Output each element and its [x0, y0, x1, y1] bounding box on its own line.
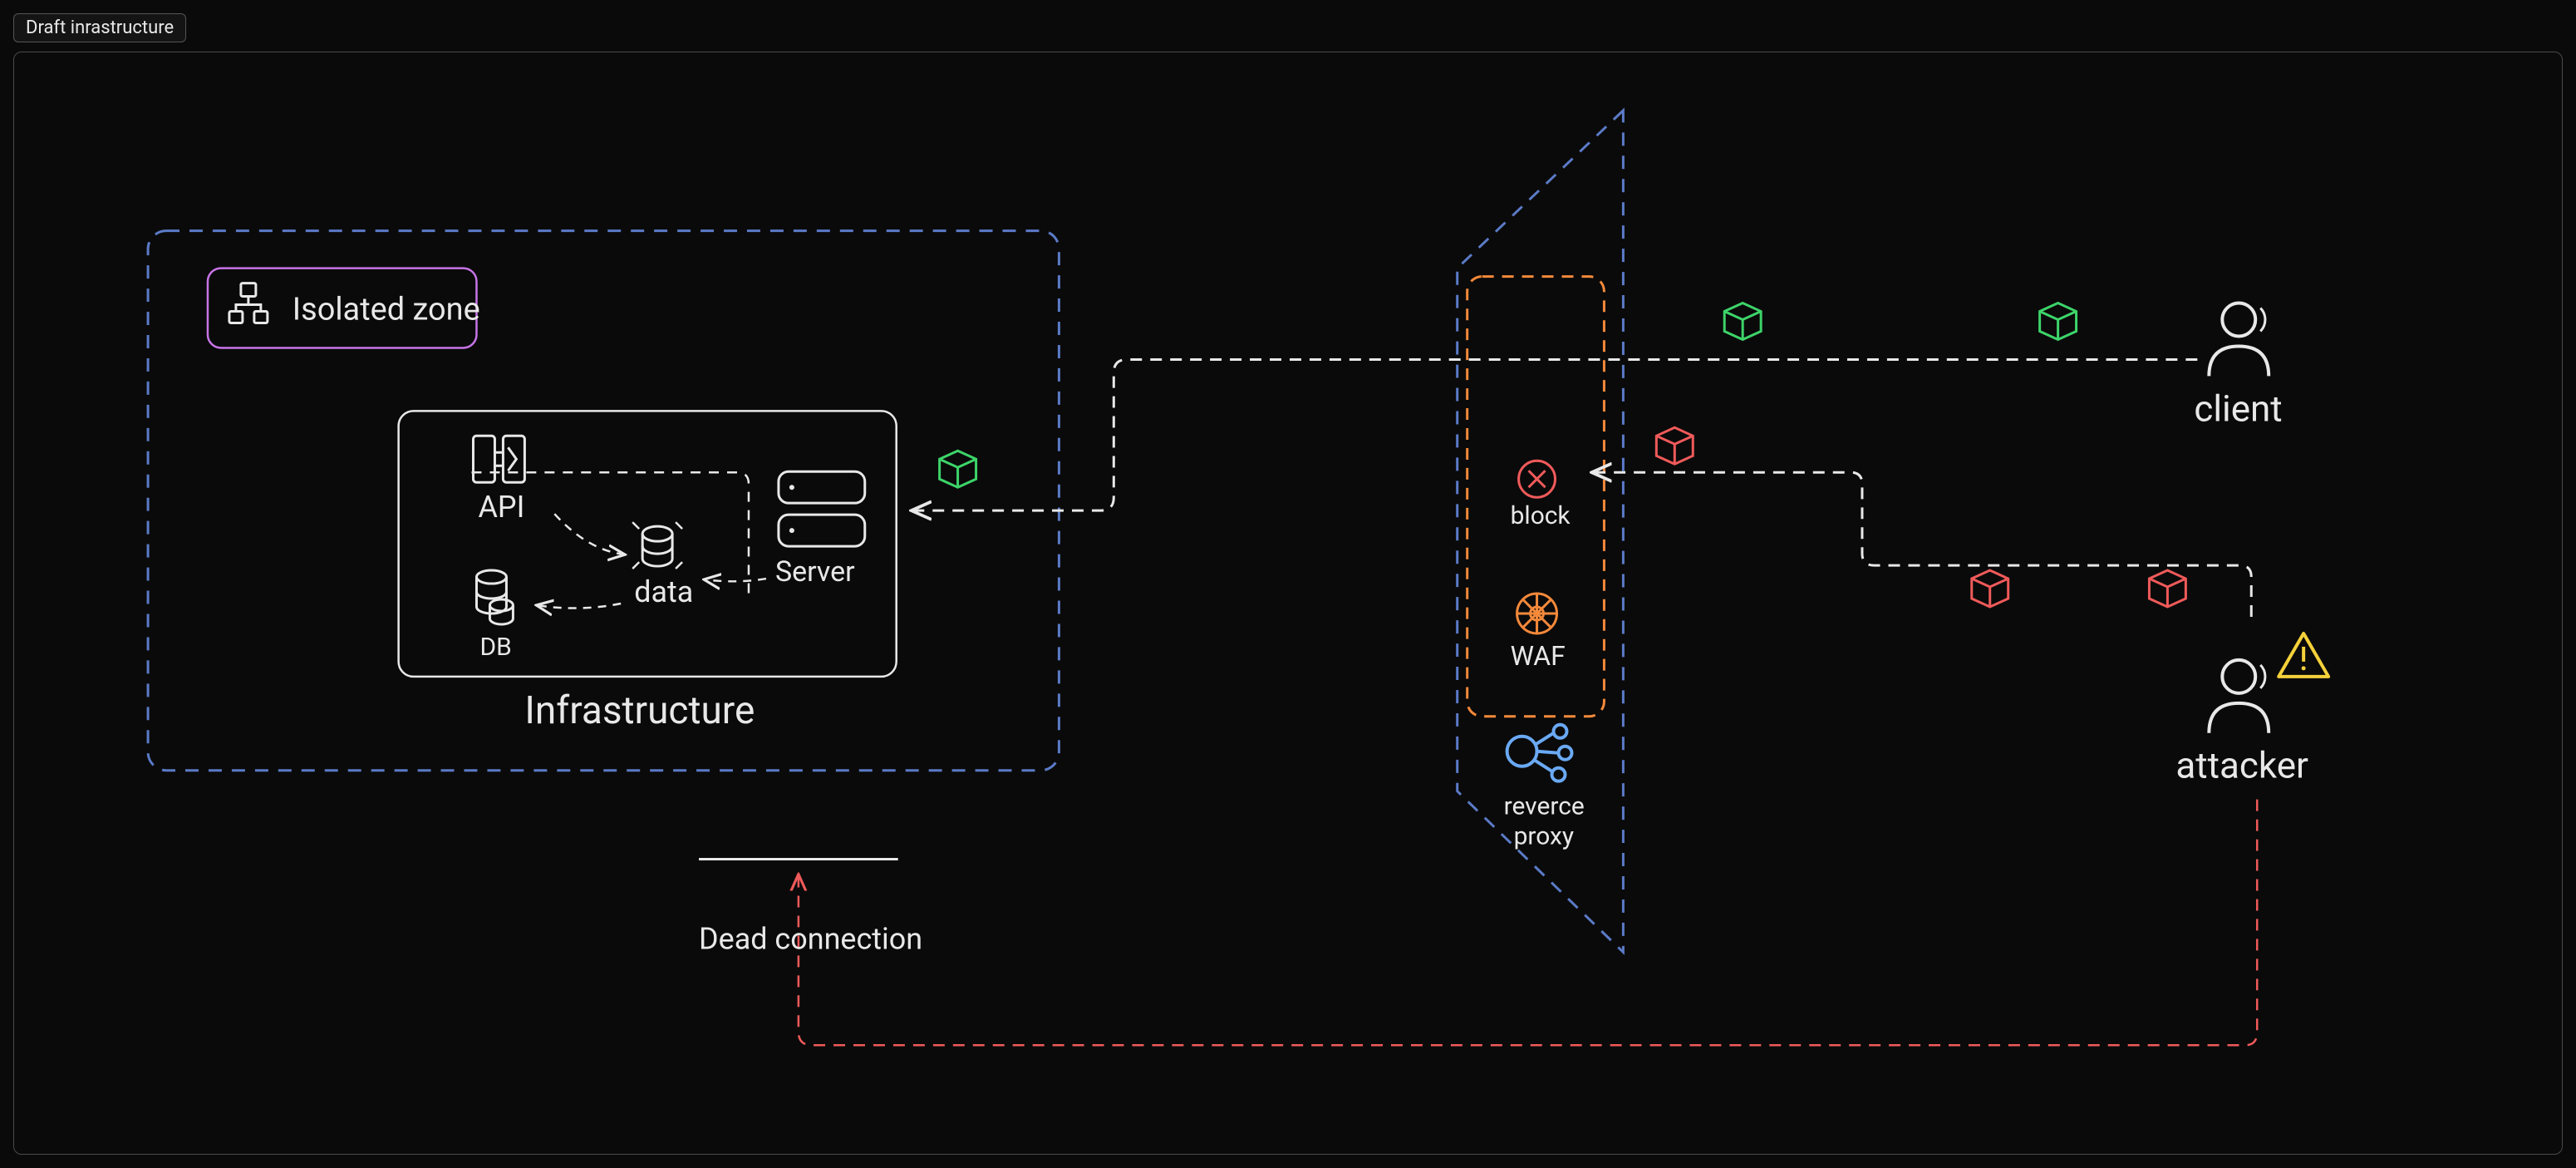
server-label: Server	[775, 556, 855, 589]
infrastructure-title: Infrastructure	[524, 688, 755, 733]
reverse-proxy-label-1: reverce	[1504, 792, 1585, 821]
db-label: DB	[479, 633, 511, 662]
dead-connection-label: Dead connection	[699, 921, 922, 956]
packet-green-1	[940, 451, 976, 487]
data-icon	[632, 522, 682, 569]
block-label: block	[1511, 501, 1571, 530]
client-to-proxy-line	[912, 359, 2198, 510]
network-icon	[229, 283, 268, 323]
db-node: DB	[476, 570, 513, 662]
data-node: data	[632, 522, 693, 609]
tab-draft-infrastructure[interactable]: Draft inrastructure	[13, 13, 186, 42]
server-node: Server	[775, 471, 865, 589]
arrow-data-to-db	[536, 604, 621, 609]
arrow-server-to-data	[704, 579, 766, 581]
person-icon	[2209, 303, 2269, 377]
diagram-svg: Isolated zone API data	[14, 52, 2562, 1154]
attacker-to-proxy-line	[1591, 472, 2251, 617]
packet-red-1	[1656, 427, 1693, 464]
client-node: client	[2194, 303, 2282, 431]
data-label: data	[634, 574, 693, 609]
isolated-zone-label: Isolated zone	[293, 292, 480, 328]
packet-green-3	[2040, 303, 2077, 340]
reverse-proxy-icon	[1507, 725, 1572, 781]
tab-label: Draft inrastructure	[26, 17, 174, 38]
packet-red-2	[1972, 570, 2008, 607]
attacker-node: attacker	[2175, 633, 2328, 787]
client-label: client	[2194, 387, 2282, 430]
diagram-canvas[interactable]: Isolated zone API data	[13, 52, 2563, 1155]
db-icon	[476, 570, 513, 624]
api-label: API	[478, 490, 524, 525]
api-icon	[473, 436, 524, 482]
block-node: block	[1511, 461, 1571, 530]
isolated-zone-badge: Isolated zone	[208, 269, 480, 348]
packet-green-2	[1724, 303, 1761, 340]
reverse-proxy-node: reverce proxy	[1504, 725, 1585, 851]
person-icon	[2209, 660, 2269, 733]
packet-red-3	[2149, 570, 2185, 607]
waf-icon	[1517, 594, 1557, 633]
waf-label: WAF	[1511, 640, 1566, 672]
warning-icon	[2279, 633, 2328, 677]
reverse-proxy-label-2: proxy	[1514, 822, 1574, 851]
api-node: API	[473, 436, 524, 525]
waf-node: WAF	[1511, 594, 1566, 672]
arrow-api-to-data	[554, 514, 625, 554]
attacker-label: attacker	[2175, 744, 2308, 787]
